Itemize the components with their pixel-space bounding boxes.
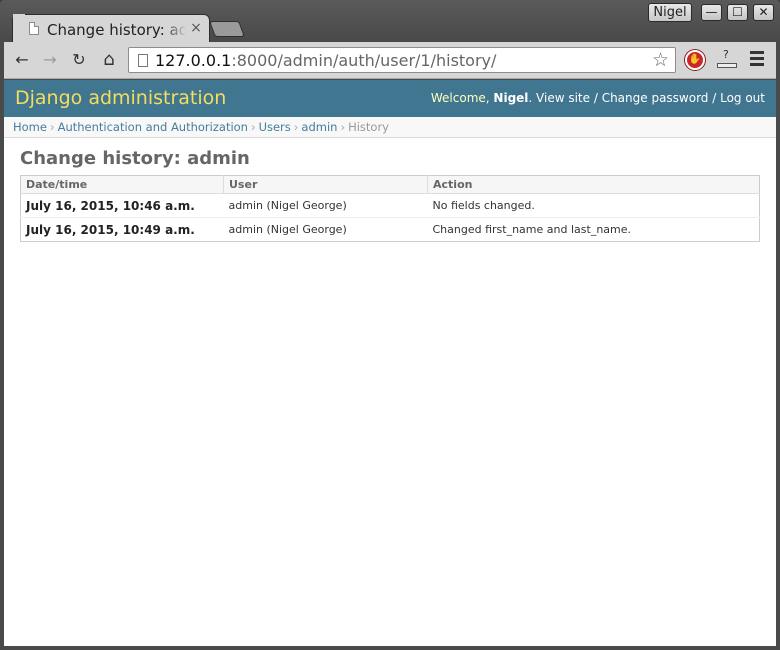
page-title: Change history: admin	[20, 148, 250, 169]
row-user: admin (Nigel George)	[223, 193, 428, 218]
minimize-button[interactable]: —	[701, 4, 722, 21]
breadcrumb-arrow: ›	[340, 120, 346, 134]
profile-button[interactable]: Nigel	[648, 3, 692, 22]
breadcrumb-users[interactable]: Users	[259, 120, 291, 134]
close-window-button[interactable]: ✕	[753, 4, 774, 21]
view-site-link[interactable]: View site	[536, 91, 590, 105]
table-header-row: Date/time User Action	[20, 175, 760, 194]
browser-tab[interactable]: Change history: admin ×	[12, 14, 210, 42]
table-row: July 16, 2015, 10:49 a.m. admin (Nigel G…	[20, 217, 760, 242]
stop-extension-icon[interactable]: ✋	[685, 50, 705, 70]
breadcrumb-arrow: ›	[49, 120, 55, 134]
breadcrumb-current: History	[348, 120, 389, 134]
breadcrumb: Home › Authentication and Authorization › Us…	[4, 117, 776, 138]
breadcrumb-arrow: ›	[250, 120, 256, 134]
separator: /	[590, 91, 602, 105]
download-extension-icon[interactable]: ?	[716, 48, 738, 70]
site-branding[interactable]: Django administration	[15, 87, 226, 109]
url-path: :8000/admin/auth/user/1/history/	[231, 51, 497, 70]
table-row: July 16, 2015, 10:46 a.m. admin (Nigel G…	[20, 193, 760, 218]
user-tools: Welcome, Nigel. View site / Change passw…	[431, 91, 765, 105]
page-favicon-icon	[29, 22, 39, 35]
browser-toolbar: ← → ↻ ⌂ 127.0.0.1:8000/admin/auth/user/1…	[4, 42, 776, 79]
home-icon[interactable]: ⌂	[98, 50, 120, 70]
back-icon[interactable]: ←	[11, 50, 33, 70]
change-password-link[interactable]: Change password	[602, 91, 709, 105]
tab-title-fade	[163, 19, 187, 39]
url-host: 127.0.0.1	[155, 51, 232, 70]
download-extension-glyph: ?	[723, 48, 729, 61]
page-icon	[138, 54, 148, 67]
row-datetime: July 16, 2015, 10:49 a.m.	[20, 217, 224, 242]
log-out-link[interactable]: Log out	[720, 91, 765, 105]
browser-menu-icon[interactable]	[750, 51, 764, 69]
column-header-datetime: Date/time	[20, 175, 224, 194]
url-text: 127.0.0.1:8000/admin/auth/user/1/history…	[155, 51, 496, 70]
row-action: No fields changed.	[427, 193, 760, 218]
bookmark-star-icon[interactable]: ☆	[652, 49, 669, 71]
separator: /	[708, 91, 721, 105]
breadcrumb-arrow: ›	[293, 120, 299, 134]
maximize-button[interactable]: ☐	[727, 4, 748, 21]
history-table: Date/time User Action July 16, 2015, 10:…	[20, 175, 760, 242]
row-user: admin (Nigel George)	[223, 217, 428, 242]
row-action: Changed first_name and last_name.	[427, 217, 760, 242]
tab-close-icon[interactable]: ×	[189, 20, 203, 36]
tab-strip: Change history: admin × Nigel — ☐ ✕	[0, 0, 780, 42]
column-header-user: User	[223, 175, 428, 194]
forward-icon[interactable]: →	[39, 50, 61, 70]
row-datetime: July 16, 2015, 10:46 a.m.	[20, 193, 224, 218]
content: Change history: admin Date/time User Act…	[4, 138, 776, 252]
breadcrumb-home[interactable]: Home	[13, 120, 47, 134]
admin-header: Django administration Welcome, Nigel. Vi…	[4, 80, 776, 117]
welcome-dot: .	[528, 91, 537, 105]
reload-icon[interactable]: ↻	[68, 50, 90, 70]
username: Nigel	[493, 91, 529, 105]
new-tab-button[interactable]	[209, 21, 245, 37]
breadcrumb-admin[interactable]: admin	[301, 120, 337, 134]
welcome-text: Welcome,	[430, 91, 494, 105]
address-bar[interactable]: 127.0.0.1:8000/admin/auth/user/1/history…	[128, 47, 676, 73]
download-extension-tray	[717, 63, 737, 68]
browser-window: Change history: admin × Nigel — ☐ ✕ ← → …	[0, 0, 780, 650]
page-viewport: Django administration Welcome, Nigel. Vi…	[4, 80, 776, 646]
column-header-action: Action	[427, 175, 760, 194]
breadcrumb-auth[interactable]: Authentication and Authorization	[58, 120, 248, 134]
